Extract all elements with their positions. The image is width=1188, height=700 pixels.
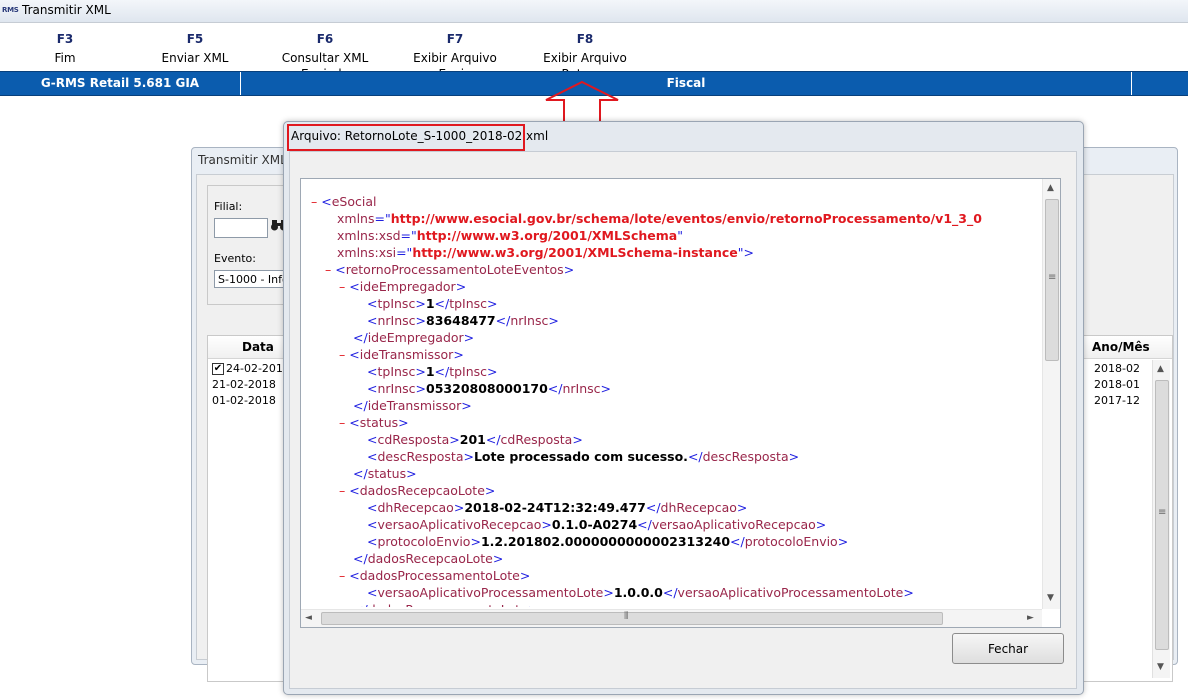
app-icon: RMS [2,6,19,14]
module-label: Fiscal [666,76,706,90]
evento-select[interactable]: S-1000 - Inform [214,270,294,288]
xml-line[interactable]: – <retornoProcessamentoLoteEventos> [325,261,574,278]
grid-cell-ano-mes[interactable]: 2018-02 [1094,362,1140,375]
xml-tree: – <eSocial xmlns="http://www.esocial.gov… [311,193,1046,607]
xml-line: <dhRecepcao>2018-02-24T12:32:49.477</dhR… [367,500,748,515]
grid-cell-data[interactable]: 21-02-2018 [212,378,276,391]
f5-enviar-xml-button[interactable]: F5 Enviar XML [155,32,235,66]
scroll-down-icon[interactable]: ▼ [1047,593,1054,603]
xml-line: </ideTransmissor> [353,398,472,413]
xml-line: <versaoAplicativoProcessamentoLote>1.0.0… [367,585,914,600]
xml-horizontal-scrollbar[interactable]: ◄ ⦀ ► [301,609,1042,627]
xml-line: xmlns:xsd="http://www.w3.org/2001/XMLSch… [337,228,683,243]
grid-cell-ano-mes[interactable]: 2018-01 [1094,378,1140,391]
scroll-left-icon[interactable]: ◄ [305,613,312,623]
xml-line: <nrInsc>83648477</nrInsc> [367,313,559,328]
scroll-up-icon[interactable]: ▲ [1157,364,1164,374]
f3-fim-button[interactable]: F3 Fim [34,32,96,66]
f7-key-label: F7 [446,32,464,46]
xml-line[interactable]: – <ideTransmissor> [339,346,464,363]
grip-icon: ≡ [1048,272,1057,283]
scroll-down-icon[interactable]: ▼ [1157,662,1164,672]
f5-key-label: F5 [186,32,204,46]
dialog-body: – <eSocial xmlns="http://www.esocial.gov… [289,151,1077,689]
xml-line: <versaoAplicativoRecepcao>0.1.0-A0274</v… [367,517,827,532]
xml-line[interactable]: – <ideEmpregador> [339,278,466,295]
xml-line: </ideEmpregador> [353,330,475,345]
grid-vertical-scrollbar[interactable]: ▲ ≡ ▼ [1152,360,1170,678]
xml-line: <tpInsc>1</tpInsc> [367,296,498,311]
xml-line: <descResposta>Lote processado com sucess… [367,449,800,464]
grip-icon: ≡ [1158,507,1167,518]
f8-key-label: F8 [576,32,594,46]
xml-vertical-scroll-thumb[interactable]: ≡ [1045,199,1059,361]
grid-cell-data[interactable]: 01-02-2018 [212,394,276,407]
scroll-right-icon[interactable]: ► [1027,613,1034,623]
xml-line: xmlns="http://www.esocial.gov.br/schema/… [337,211,982,226]
xml-line[interactable]: – <status> [339,414,409,431]
xml-line: </status> [353,466,417,481]
evento-label: Evento: [214,252,256,265]
f5-action-label: Enviar XML [161,51,229,65]
xml-line: </dadosProcessamentoLote> [353,601,538,607]
xml-line: <protocoloEnvio>1.2.201802.0000000000002… [367,534,849,549]
grid-cell-ano-mes[interactable]: 2017-12 [1094,394,1140,407]
xml-line[interactable]: – <dadosRecepcaoLote> [339,482,495,499]
row-checkbox[interactable]: ✔ [212,363,224,375]
close-button[interactable]: Fechar [952,633,1064,664]
xml-line: <nrInsc>05320808000170</nrInsc> [367,381,612,396]
background-window-title: Transmitir XML [198,153,287,167]
xml-line[interactable]: – <eSocial [311,193,376,210]
xml-line: </dadosRecepcaoLote> [353,551,504,566]
grid-cell-data[interactable]: 24-02-2018 [226,362,290,375]
filial-input[interactable] [214,218,268,238]
filial-label: Filial: [214,200,243,213]
xml-line: <tpInsc>1</tpInsc> [367,364,498,379]
column-header-ano-mes[interactable]: Ano/Mês [1092,340,1150,354]
title-bar: RMS Transmitir XML [0,0,1188,23]
column-header-data[interactable]: Data [242,340,274,354]
f6-key-label: F6 [316,32,334,46]
window-title: Transmitir XML [22,3,111,17]
xml-content-view[interactable]: – <eSocial xmlns="http://www.esocial.gov… [300,178,1061,628]
xml-line[interactable]: – <dadosProcessamentoLote> [339,567,530,584]
f3-action-label: Fim [54,51,76,65]
xml-vertical-scrollbar[interactable]: ▲ ≡ ▼ [1042,179,1060,609]
status-divider [1131,72,1132,95]
xml-horizontal-scroll-thumb[interactable]: ⦀ [321,611,943,625]
xml-viewer-dialog: Arquivo: RetornoLote_S-1000_2018-02.xml … [283,121,1084,695]
xml-line: <cdResposta>201</cdResposta> [367,432,583,447]
f3-key-label: F3 [56,32,74,46]
xml-line: xmlns:xsi="http://www.w3.org/2001/XMLSch… [337,245,754,260]
scroll-up-icon[interactable]: ▲ [1047,183,1054,193]
grip-icon: ⦀ [624,611,629,622]
system-version-label: G-RMS Retail 5.681 GIA [0,72,241,95]
grid-scroll-thumb[interactable]: ≡ [1155,380,1169,650]
annotation-highlight-box [287,124,525,151]
